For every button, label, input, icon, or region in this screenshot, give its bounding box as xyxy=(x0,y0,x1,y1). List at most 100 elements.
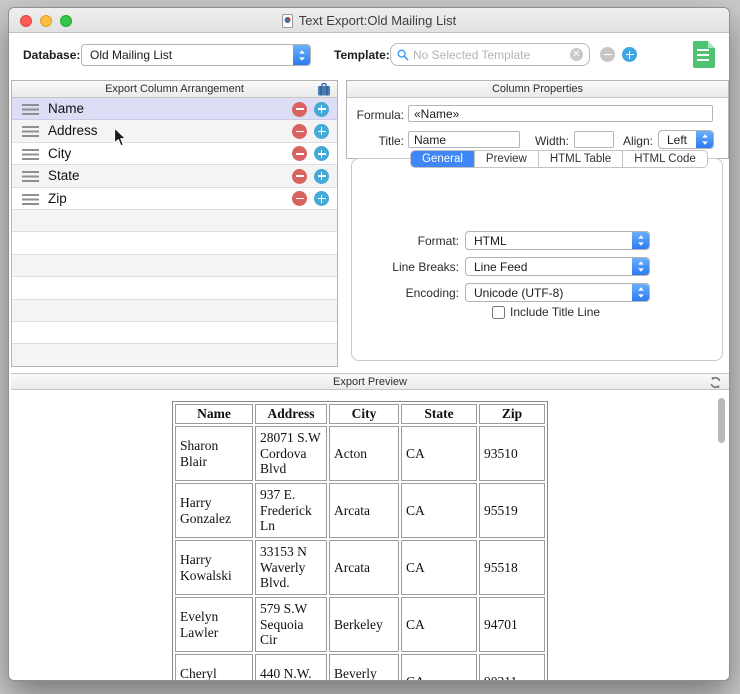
empty-row xyxy=(12,321,337,345)
column-item[interactable]: Name xyxy=(12,98,337,121)
title-area: Text Export:Old Mailing List xyxy=(9,8,729,33)
arrangement-header: Export Column Arrangement xyxy=(12,81,337,98)
database-label: Database: xyxy=(23,48,81,62)
column-item[interactable]: City xyxy=(12,142,337,166)
search-icon xyxy=(397,48,409,60)
drag-handle-icon[interactable] xyxy=(22,126,39,138)
column-item[interactable]: Address xyxy=(12,120,337,143)
preview-column-header: City xyxy=(329,404,399,424)
properties-header: Column Properties xyxy=(347,81,728,98)
preview-table: Name Address City State Zip Sharon Blair 28071… xyxy=(172,401,548,680)
formula-label: Formula: xyxy=(356,108,404,122)
include-title-checkbox[interactable] xyxy=(492,305,505,319)
text-export-window: Text Export:Old Mailing List Database: O… xyxy=(8,7,730,681)
remove-column-button[interactable] xyxy=(292,191,307,207)
line-breaks-label: Line Breaks: xyxy=(392,260,459,274)
column-item[interactable]: State xyxy=(12,165,337,188)
preview-cell: Cheryl Scholl xyxy=(175,654,253,680)
column-item-label: Address xyxy=(48,123,98,139)
line-breaks-popup[interactable]: Line Feed xyxy=(465,257,650,276)
format-label: Format: xyxy=(417,234,459,248)
preview-cell: Evelyn Lawler xyxy=(175,597,253,652)
popup-stepper-icon xyxy=(293,45,310,65)
titlebar[interactable]: Text Export:Old Mailing List xyxy=(9,8,729,33)
preview-cell: 937 E. Frederick Ln xyxy=(255,483,327,538)
column-item-label: City xyxy=(48,145,72,161)
drag-handle-icon[interactable] xyxy=(22,104,39,115)
popup-stepper-icon xyxy=(632,232,649,249)
preview-cell: CA xyxy=(401,540,477,595)
add-column-button[interactable] xyxy=(314,101,329,117)
preview-cell: 94701 xyxy=(479,597,545,652)
add-column-button[interactable] xyxy=(314,191,329,207)
tab-html-code[interactable]: HTML Code xyxy=(622,151,707,167)
preview-cell: CA xyxy=(401,483,477,538)
preview-cell: 95519 xyxy=(479,483,545,538)
preview-cell: Harry Kowalski xyxy=(175,540,253,595)
clear-search-icon[interactable]: ✕ xyxy=(570,48,583,61)
popup-stepper-icon xyxy=(632,258,649,275)
add-column-button[interactable] xyxy=(314,123,329,139)
preview-cell: 93510 xyxy=(479,426,545,481)
add-template-button[interactable] xyxy=(622,47,637,62)
preview-column-header: Zip xyxy=(479,404,545,424)
width-field[interactable] xyxy=(574,131,614,148)
empty-row xyxy=(12,344,337,366)
export-document-icon[interactable] xyxy=(693,41,715,68)
column-properties-panel: Column Properties Formula: Title: Width:… xyxy=(346,80,729,159)
preview-cell: Harry Gonzalez xyxy=(175,483,253,538)
arrangement-row-list: Name Address City State Zip xyxy=(12,98,337,366)
window-title: Text Export:Old Mailing List xyxy=(298,13,457,28)
line-breaks-popup-value: Line Feed xyxy=(474,259,528,274)
column-item-label: Zip xyxy=(48,190,67,206)
database-popup-value: Old Mailing List xyxy=(90,48,173,62)
title-label: Title: xyxy=(378,134,404,148)
column-item[interactable]: Zip xyxy=(12,187,337,210)
tab-general[interactable]: General xyxy=(411,151,474,167)
remove-column-button[interactable] xyxy=(292,123,307,139)
preview-row: Harry Kowalski 33153 N Waverly Blvd. Arcat… xyxy=(175,540,545,595)
export-column-arrangement-panel: Export Column Arrangement Name Address Cit… xyxy=(11,80,338,367)
export-preview-label: Export Preview xyxy=(333,375,407,388)
remove-template-button[interactable] xyxy=(600,47,615,62)
properties-header-label: Column Properties xyxy=(491,83,584,95)
empty-row xyxy=(12,254,337,278)
remove-column-button[interactable] xyxy=(292,146,307,162)
tab-html-table[interactable]: HTML Table xyxy=(537,151,622,167)
formula-field[interactable] xyxy=(408,105,713,122)
preview-cell: Sharon Blair xyxy=(175,426,253,481)
template-search-field[interactable]: ✕ xyxy=(390,43,590,66)
briefcase-icon[interactable] xyxy=(317,83,331,96)
include-title-row: Include Title Line xyxy=(492,305,600,319)
database-popup[interactable]: Old Mailing List xyxy=(81,44,311,66)
align-label: Align: xyxy=(622,134,653,148)
tab-preview[interactable]: Preview xyxy=(473,151,538,167)
arrangement-header-label: Export Column Arrangement xyxy=(105,83,244,95)
preview-cell: 28071 S.W Cordova Blvd xyxy=(255,426,327,481)
preview-cell: 579 S.W Sequoia Cir xyxy=(255,597,327,652)
empty-row xyxy=(12,232,337,255)
template-search-input[interactable] xyxy=(413,47,566,62)
drag-handle-icon[interactable] xyxy=(22,193,39,205)
format-popup[interactable]: HTML xyxy=(465,231,650,250)
remove-column-button[interactable] xyxy=(292,168,307,184)
preview-cell: CA xyxy=(401,426,477,481)
empty-row xyxy=(12,277,337,300)
width-label: Width: xyxy=(534,134,569,148)
add-column-button[interactable] xyxy=(314,168,329,184)
preview-row: Cheryl Scholl440 N.W. Baker PlBeverly Hi… xyxy=(175,654,545,680)
preview-cell: Arcata xyxy=(329,483,399,538)
encoding-popup[interactable]: Unicode (UTF-8) xyxy=(465,283,650,302)
remove-column-button[interactable] xyxy=(292,101,307,117)
include-title-label: Include Title Line xyxy=(510,305,601,319)
align-popup[interactable]: Left xyxy=(658,130,714,149)
refresh-icon[interactable] xyxy=(709,376,722,389)
preview-cell: Berkeley xyxy=(329,597,399,652)
drag-handle-icon[interactable] xyxy=(22,171,39,183)
format-popup-value: HTML xyxy=(474,233,507,248)
add-column-button[interactable] xyxy=(314,146,329,162)
drag-handle-icon[interactable] xyxy=(22,148,39,160)
empty-row xyxy=(12,299,337,322)
preview-cell: Arcata xyxy=(329,540,399,595)
preview-scrollbar-thumb[interactable] xyxy=(718,398,725,443)
